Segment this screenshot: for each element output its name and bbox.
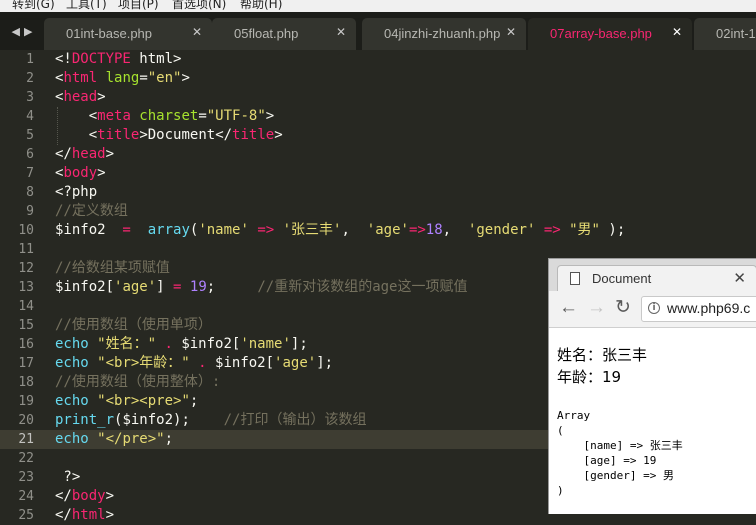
code-line[interactable]: 8 <?php [0,183,756,202]
pre-line: [gender] => 男 [557,469,674,482]
line-number: 21 [18,432,34,447]
line-number: 2 [26,71,34,86]
document-icon [570,272,580,285]
line-number: 24 [18,489,34,504]
line-number: 15 [18,318,34,333]
tab-label: 02int-10 [716,26,756,41]
tab-scroll-left-icon[interactable]: ◀ [12,25,20,38]
code-line[interactable]: 5 <title>Document</title> [0,126,756,145]
close-icon[interactable]: ✕ [506,25,516,39]
tab-label: 01int-base.php [66,26,153,41]
browser-titlebar: Document ✕ [549,259,756,292]
line-number: 7 [26,166,34,181]
line-number: 18 [18,375,34,390]
menu-tools[interactable]: 工具(T) [66,0,107,12]
address-bar[interactable]: i www.php69.c [641,296,756,322]
line-number: 3 [26,90,34,105]
tab-label: 07array-base.php [550,26,652,41]
code-line[interactable]: 3 <head> [0,88,756,107]
output-age: 年龄：19 [557,368,622,386]
browser-toolbar: ← → ↻ i www.php69.c [549,291,756,328]
pre-line: ) [557,484,564,497]
code-line[interactable]: 2 <html lang="en"> [0,69,756,88]
line-number: 9 [26,204,34,219]
address-text: www.php69.c [667,300,751,316]
line-number: 14 [18,299,34,314]
line-number: 6 [26,147,34,162]
code-line[interactable]: 4 <meta charset="UTF-8"> [0,107,756,126]
forward-icon[interactable]: → [587,297,606,319]
line-number: 20 [18,413,34,428]
close-icon[interactable]: ✕ [192,25,202,39]
line-number: 10 [18,223,34,238]
tab-bar: ◀ ▶ 01int-base.php ✕ 05float.php ✕ 04jin… [0,12,756,50]
line-number: 1 [26,52,34,67]
line-number: 25 [18,508,34,523]
tab-07array-base[interactable]: 07array-base.php ✕ [528,18,692,50]
close-icon[interactable]: ✕ [733,269,746,287]
code-line[interactable]: 1 <!DOCTYPE html> [0,50,756,69]
pre-line: [name] => 张三丰 [557,439,683,452]
pre-line: ( [557,424,564,437]
tab-01int-base[interactable]: 01int-base.php ✕ [44,18,212,50]
code-line[interactable]: 10 $info2 = array('name' => '张三丰', 'age'… [0,221,756,240]
pre-line: Array [557,409,591,422]
close-icon[interactable]: ✕ [336,25,346,39]
line-number: 19 [18,394,34,409]
print-r-output: Array ( [name] => 张三丰 [age] => 19 [gende… [557,408,683,498]
browser-tab[interactable]: Document ✕ [557,265,756,292]
tab-04jinzhi-zhuanh[interactable]: 04jinzhi-zhuanh.php ✕ [362,18,526,50]
browser-tab-title: Document [592,271,652,286]
line-number: 23 [18,470,34,485]
tab-label: 04jinzhi-zhuanh.php [384,26,501,41]
tab-scroll-right-icon[interactable]: ▶ [24,25,32,38]
code-line[interactable]: 6 </head> [0,145,756,164]
code-line[interactable]: 7 <body> [0,164,756,183]
menu-bar: 转到(G) 工具(T) 项目(P) 首选项(N) 帮助(H) [0,0,756,12]
menu-goto[interactable]: 转到(G) [12,0,55,12]
output-name: 姓名：张三丰 [557,346,648,364]
info-icon[interactable]: i [648,302,660,314]
code-line[interactable]: 9 //定义数组 [0,202,756,221]
menu-help[interactable]: 帮助(H) [240,0,282,12]
menu-preferences[interactable]: 首选项(N) [172,0,226,12]
line-number: 12 [18,261,34,276]
line-number: 5 [26,128,34,143]
browser-content: 姓名：张三丰 年龄：19 Array ( [name] => 张三丰 [age]… [549,328,756,514]
line-number: 8 [26,185,34,200]
line-number: 17 [18,356,34,371]
line-number: 22 [18,451,34,466]
menu-project[interactable]: 项目(P) [118,0,159,12]
tab-nav: ◀ ▶ [0,12,44,50]
close-icon[interactable]: ✕ [672,25,682,39]
pre-line: [age] => 19 [557,454,657,467]
reload-icon[interactable]: ↻ [615,297,631,319]
tab-label: 05float.php [234,26,299,41]
line-number: 4 [26,109,34,124]
line-number: 16 [18,337,34,352]
browser-window: Document ✕ ← → ↻ i www.php69.c 姓名：张三丰 年龄… [548,258,756,514]
tab-02int-10[interactable]: 02int-10 [694,18,756,50]
tab-05float[interactable]: 05float.php ✕ [212,18,356,50]
line-number: 13 [18,280,34,295]
back-icon[interactable]: ← [559,297,578,319]
code-line[interactable]: 11 [0,240,756,259]
line-number: 11 [18,242,34,257]
